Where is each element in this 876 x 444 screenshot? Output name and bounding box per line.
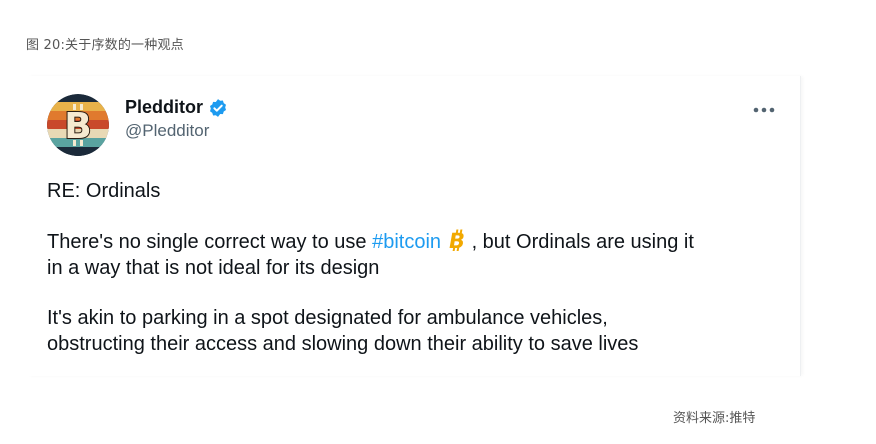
tweet-card: B Pledditor @Pledditor RE: Ordinals Ther… [28, 76, 801, 376]
svg-text:B: B [64, 106, 91, 147]
bitcoin-emoji-icon: B [446, 228, 467, 253]
hashtag-bitcoin-link[interactable]: #bitcoin [372, 231, 441, 253]
more-options-button[interactable] [750, 98, 778, 122]
tweet-text-segment: , but Ordinals are using it [466, 231, 694, 253]
verified-badge-icon [208, 98, 228, 118]
tweet-paragraph-3-line-2: obstructing their access and slowing dow… [47, 333, 639, 355]
bitcoin-retro-avatar-icon[interactable]: B [47, 94, 109, 156]
tweet-text: RE: Ordinals There's no single correct w… [47, 178, 787, 357]
tweet-text-segment: There's no single correct way to use [47, 231, 373, 253]
more-dots-icon [753, 107, 775, 113]
author-display-name[interactable]: Pledditor [125, 97, 203, 118]
source-caption: 资料来源:推特 [673, 411, 756, 426]
tweet-paragraph-2: There's no single correct way to use #bi… [47, 228, 787, 255]
tweet-paragraph-2-line-2: in a way that is not ideal for its desig… [47, 257, 380, 279]
tweet-paragraph-3-line-1: It's akin to parking in a spot designate… [47, 307, 608, 329]
tweet-line-re-ordinals: RE: Ordinals [47, 180, 161, 202]
author-name-row: Pledditor [125, 97, 228, 118]
author-handle[interactable]: @Pledditor [125, 121, 228, 141]
figure-caption: 图 20:关于序数的一种观点 [26, 38, 184, 53]
tweet-author: Pledditor @Pledditor [125, 97, 228, 141]
